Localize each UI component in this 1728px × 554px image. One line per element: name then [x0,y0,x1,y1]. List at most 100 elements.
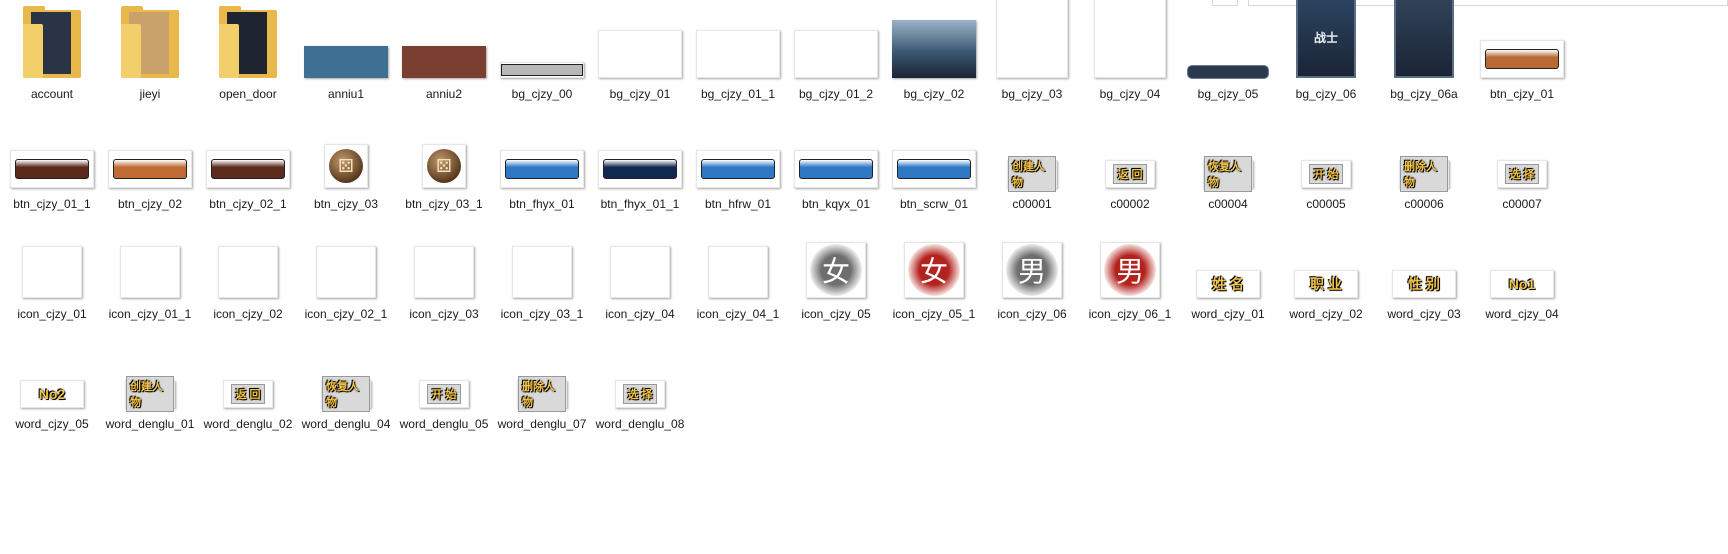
blank-thumbnail [512,246,572,298]
file-item[interactable]: btn_cjzy_02_1 [194,120,302,228]
file-item[interactable]: 男 icon_cjzy_06 [978,230,1086,338]
file-name: btn_cjzy_03 [313,197,379,211]
file-item[interactable]: icon_cjzy_04 [586,230,694,338]
file-item[interactable]: 职 业 word_cjzy_02 [1272,230,1380,338]
file-item[interactable]: btn_kqyx_01 [782,120,890,228]
file-item[interactable]: 恢复人物 word_denglu_04 [292,340,400,448]
file-name: word_denglu_01 [105,417,195,431]
file-item[interactable]: 性 别 word_cjzy_03 [1370,230,1478,338]
word-text: 姓 名 [1212,276,1244,292]
word-thumbnail: 职 业 [1294,270,1358,298]
file-item[interactable]: jieyi [96,6,204,118]
file-item[interactable]: btn_fhyx_01 [488,120,596,228]
file-item[interactable]: 女 icon_cjzy_05_1 [880,230,988,338]
icon-thumbnail: 男 [1002,242,1062,298]
file-item[interactable]: 男 icon_cjzy_06_1 [1076,230,1184,338]
file-item[interactable]: account [0,6,106,118]
file-item[interactable]: bg_cjzy_03 [978,0,1086,118]
file-name: bg_cjzy_01 [609,87,671,101]
word-thumbnail: 选 择 [1497,160,1547,188]
file-name: word_denglu_04 [301,417,391,431]
word-text: 选 择 [623,384,657,404]
file-thumbnail [1382,0,1466,78]
file-item[interactable]: 创建人物 c00001 [978,120,1086,228]
file-name: c00004 [1208,197,1248,211]
file-thumbnail: 返 回 [206,380,290,408]
file-item[interactable]: bg_cjzy_05 [1174,10,1282,118]
texture-thumbnail [1188,66,1268,78]
file-item[interactable]: btn_cjzy_01_1 [0,120,106,228]
file-item[interactable]: icon_cjzy_01 [0,230,106,338]
file-name: icon_cjzy_03_1 [500,307,584,321]
file-item[interactable]: No1 word_cjzy_04 [1468,230,1576,338]
button-face [1485,49,1559,69]
file-item[interactable]: btn_fhyx_01_1 [586,120,694,228]
file-name: bg_cjzy_02 [903,87,965,101]
file-item[interactable]: bg_cjzy_01_1 [684,10,792,118]
file-item[interactable]: icon_cjzy_02 [194,230,302,338]
file-item[interactable]: bg_cjzy_02 [880,10,988,118]
file-thumbnail [206,6,290,78]
file-thumbnail [1480,40,1564,78]
button-face [113,159,187,179]
file-item[interactable]: 女 icon_cjzy_05 [782,230,890,338]
file-item[interactable]: btn_cjzy_01 [1468,10,1576,118]
file-item[interactable]: 开 始 c00005 [1272,120,1380,228]
file-item[interactable]: 选 择 word_denglu_08 [586,340,694,448]
file-item[interactable]: 返 回 word_denglu_02 [194,340,302,448]
file-item[interactable]: 开 始 word_denglu_05 [390,340,498,448]
file-item[interactable]: bg_cjzy_01 [586,10,694,118]
file-item[interactable]: ⚄ btn_cjzy_03 [292,120,400,228]
file-item[interactable]: btn_hfrw_01 [684,120,792,228]
file-thumbnail: No2 [10,380,94,408]
button-thumbnail [1480,40,1564,78]
file-item[interactable]: icon_cjzy_01_1 [96,230,204,338]
card-label: 战士 [1313,30,1338,45]
texture-thumbnail [500,62,584,78]
file-item[interactable]: btn_scrw_01 [880,120,988,228]
folder-front [121,24,141,78]
folder-icon [23,6,81,78]
file-item[interactable]: anniu1 [292,10,400,118]
card-thumbnail: 战士 [1296,0,1356,78]
file-name: icon_cjzy_03 [409,307,479,321]
file-item[interactable]: icon_cjzy_02_1 [292,230,400,338]
file-item[interactable]: 战士 bg_cjzy_06 [1272,0,1380,118]
file-item[interactable]: bg_cjzy_01_2 [782,10,890,118]
file-name: word_denglu_05 [399,417,489,431]
file-name: bg_cjzy_06 [1295,87,1357,101]
file-item[interactable]: anniu2 [390,10,498,118]
file-item[interactable]: 姓 名 word_cjzy_01 [1174,230,1282,338]
file-item[interactable]: 创建人物 word_denglu_01 [96,340,204,448]
file-item[interactable]: icon_cjzy_03 [390,230,498,338]
button-thumbnail [794,150,878,188]
file-item[interactable]: 返 回 c00002 [1076,120,1184,228]
file-item[interactable]: bg_cjzy_00 [488,10,596,118]
word-thumbnail: 返 回 [1105,160,1155,188]
word-thumbnail: 创建人物 [125,376,175,412]
file-item[interactable]: 恢复人物 c00004 [1174,120,1282,228]
file-name: icon_cjzy_06_1 [1088,307,1172,321]
file-item[interactable]: 选 择 c00007 [1468,120,1576,228]
file-item[interactable]: open_door [194,6,302,118]
file-item[interactable]: bg_cjzy_06a [1370,0,1478,118]
file-item[interactable]: No2 word_cjzy_05 [0,340,106,448]
button-face [701,159,775,179]
file-thumbnail: 恢复人物 [304,376,388,412]
texture-thumbnail [304,46,388,78]
file-name: btn_cjzy_02_1 [209,197,287,211]
file-item[interactable]: btn_cjzy_02 [96,120,204,228]
file-item[interactable]: ⚄ btn_cjzy_03_1 [390,120,498,228]
file-thumbnail: 返 回 [1088,160,1172,188]
button-thumbnail [892,150,976,188]
file-item[interactable]: 删除人物 c00006 [1370,120,1478,228]
file-thumbnail: 选 择 [1480,160,1564,188]
dice-icon: ⚄ [427,149,461,183]
blank-thumbnail [22,246,82,298]
file-item[interactable]: icon_cjzy_03_1 [488,230,596,338]
icon-thumbnail: 女 [806,242,866,298]
file-name: c00007 [1502,197,1542,211]
file-item[interactable]: 删除人物 word_denglu_07 [488,340,596,448]
file-item[interactable]: icon_cjzy_04_1 [684,230,792,338]
file-item[interactable]: bg_cjzy_04 [1076,0,1184,118]
